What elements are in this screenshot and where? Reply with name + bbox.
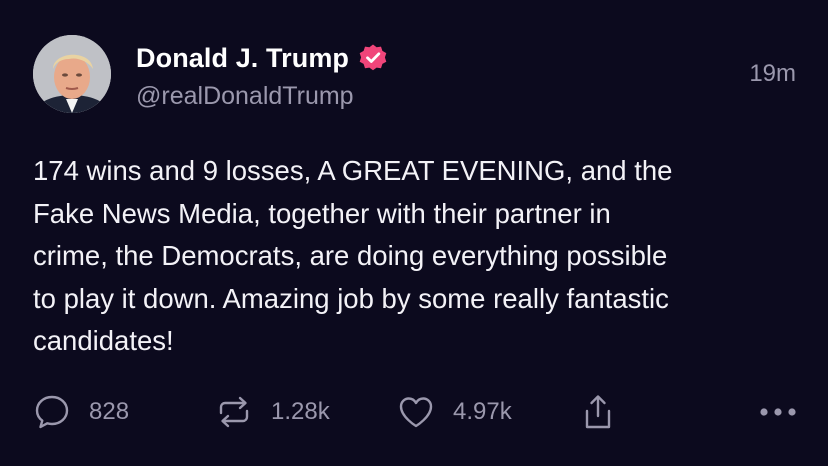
reply-button[interactable]: 828 (33, 392, 129, 432)
post-body-text: 174 wins and 9 losses, A GREAT EVENING, … (33, 155, 673, 356)
post-card: Donald J. Trump @realDonaldTrump 19m 174… (0, 0, 828, 466)
like-button[interactable]: 4.97k (397, 392, 512, 432)
speech-bubble-icon (35, 395, 69, 429)
action-bar: 828 1.28k 4.97k (33, 392, 798, 432)
ellipsis-icon (760, 408, 796, 416)
share-upload-icon (585, 395, 611, 429)
author-display-name[interactable]: Donald J. Trump (136, 43, 349, 74)
heart-icon (399, 397, 433, 428)
repost-count: 1.28k (271, 398, 330, 425)
share-button[interactable] (579, 392, 617, 432)
verified-badge-icon (359, 44, 387, 71)
avatar-portrait-icon (33, 35, 111, 113)
more-options-button[interactable] (758, 392, 798, 432)
author-handle[interactable]: @realDonaldTrump (136, 82, 354, 111)
post-timestamp[interactable]: 19m (749, 60, 796, 88)
like-count: 4.97k (453, 398, 512, 425)
author-row: Donald J. Trump (136, 40, 388, 76)
avatar[interactable] (33, 35, 111, 113)
repost-button[interactable]: 1.28k (215, 392, 330, 432)
repost-arrows-icon (219, 396, 249, 428)
reply-count: 828 (89, 398, 130, 425)
